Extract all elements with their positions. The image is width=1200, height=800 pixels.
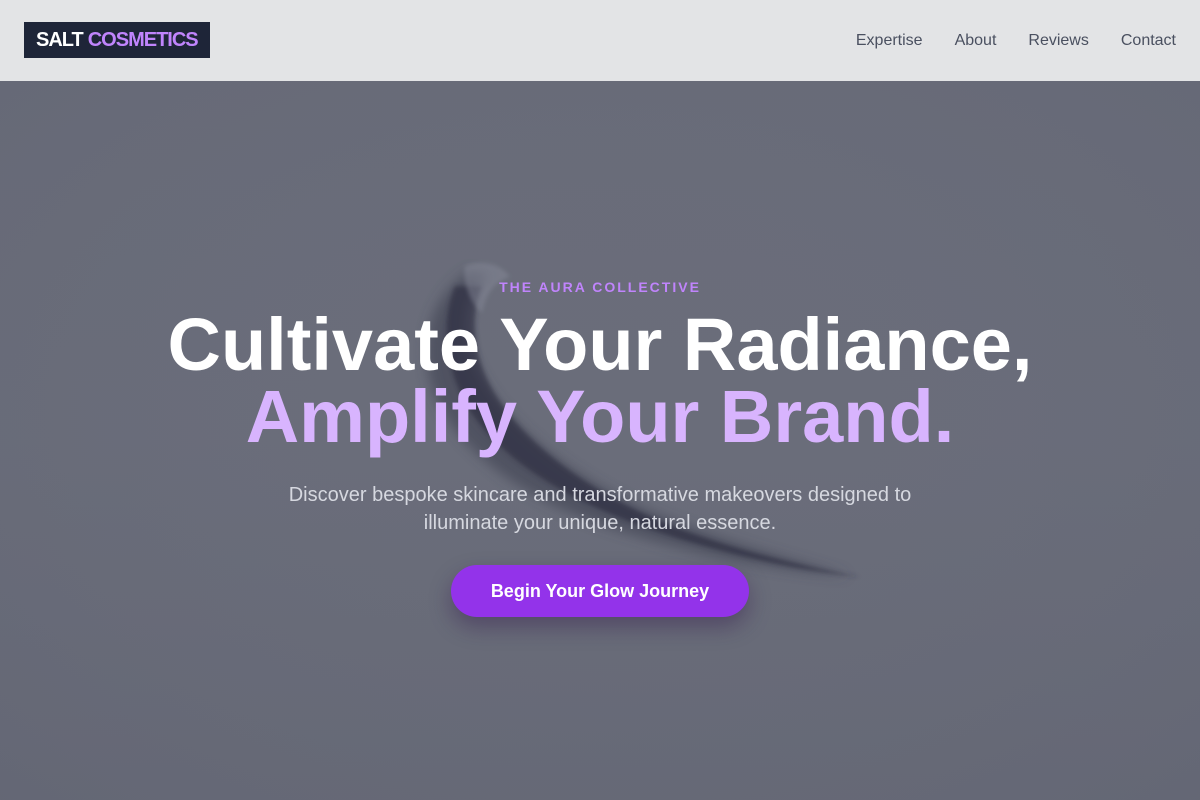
hero-headline-line1: Cultivate Your Radiance, xyxy=(167,303,1033,386)
hero-section: THE AURA COLLECTIVE Cultivate Your Radia… xyxy=(0,81,1200,800)
hero-headline-line2: Amplify Your Brand. xyxy=(245,375,955,458)
hero-headline: Cultivate Your Radiance, Amplify Your Br… xyxy=(0,303,1200,458)
logo-word-salt: SALT xyxy=(36,28,84,51)
site-header: SALT COSMETICS Expertise About Reviews C… xyxy=(0,0,1200,81)
nav-link-about[interactable]: About xyxy=(955,32,997,50)
nav-link-expertise[interactable]: Expertise xyxy=(856,32,923,50)
main-nav: Expertise About Reviews Contact xyxy=(856,0,1176,81)
hero-eyebrow: THE AURA COLLECTIVE xyxy=(499,279,701,295)
nav-link-reviews[interactable]: Reviews xyxy=(1028,32,1088,50)
nav-link-contact[interactable]: Contact xyxy=(1121,32,1176,50)
begin-glow-journey-button[interactable]: Begin Your Glow Journey xyxy=(451,565,749,617)
logo-word-cosmetics: COSMETICS xyxy=(87,28,199,51)
hero-subtitle: Discover bespoke skincare and transforma… xyxy=(288,484,912,534)
brand-logo[interactable]: SALT COSMETICS xyxy=(24,22,210,58)
